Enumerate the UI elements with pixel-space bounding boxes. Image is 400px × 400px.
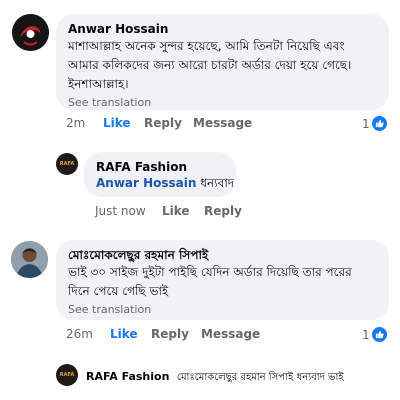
- mention-link[interactable]: Anwar Hossain: [96, 176, 196, 190]
- message-button[interactable]: Message: [201, 327, 260, 341]
- reply-button[interactable]: Reply: [204, 204, 242, 218]
- reply-author[interactable]: RAFA Fashion: [96, 159, 224, 175]
- profile-picture-icon: [11, 241, 48, 278]
- comment-bubble: Anwar Hossain মাশাআল্লাহ অনেক সুন্দর হয়…: [56, 14, 389, 110]
- see-translation-link[interactable]: See translation: [68, 95, 377, 111]
- reply-time[interactable]: Just now: [95, 204, 146, 218]
- like-reaction-icon: [371, 327, 387, 342]
- like-button[interactable]: Like: [103, 116, 131, 130]
- reply-button[interactable]: Reply: [151, 327, 189, 341]
- see-translation-link[interactable]: See translation: [68, 302, 377, 318]
- reaction-count[interactable]: 1: [362, 327, 387, 342]
- reply-text: ধন্যবাদ: [200, 176, 235, 190]
- reply-actions: Just now Like Reply: [95, 204, 295, 220]
- comment-text: ভাই ৩০ সাইজ দুইটা পাইছি যেদিন অর্ডার দিয…: [68, 265, 352, 298]
- mention-link[interactable]: মোঃমোকলেছুর রহমান সিপাই: [177, 372, 293, 383]
- rafa-logo-text: RAFA: [59, 161, 75, 167]
- reply-preview: RAFA Fashion মোঃমোকলেছুর রহমান সিপাই ধন্…: [86, 369, 344, 387]
- comment-text: মাশাআল্লাহ অনেক সুন্দর হয়েছে, আমি তিনটা…: [68, 39, 352, 91]
- avatar[interactable]: RAFA: [56, 153, 78, 175]
- message-button[interactable]: Message: [193, 116, 252, 130]
- avatar[interactable]: RAFA: [56, 364, 78, 386]
- comment-author[interactable]: মোঃমোকলেছুর রহমান সিপাই: [68, 247, 377, 263]
- comment-time[interactable]: 2m: [66, 116, 85, 130]
- like-reaction-icon: [371, 116, 387, 131]
- reply-bubble: RAFA Fashion Anwar Hossain ধন্যবাদ: [84, 152, 236, 197]
- reaction-number: 1: [362, 327, 370, 342]
- reply-author[interactable]: RAFA Fashion: [86, 370, 169, 383]
- profile-picture-icon: [12, 14, 49, 51]
- rafa-logo-text: RAFA: [59, 372, 75, 378]
- like-button[interactable]: Like: [162, 204, 190, 218]
- reaction-number: 1: [362, 116, 370, 131]
- reply-button[interactable]: Reply: [144, 116, 182, 130]
- comment-bubble: মোঃমোকলেছুর রহমান সিপাই ভাই ৩০ সাইজ দুইট…: [56, 240, 389, 320]
- reaction-count[interactable]: 1: [362, 116, 387, 131]
- avatar[interactable]: [11, 241, 48, 278]
- avatar[interactable]: [12, 14, 49, 51]
- reply-text: ধন্যবাদ ভাই: [296, 372, 344, 383]
- comment-actions: 26m Like Reply Message: [66, 327, 396, 343]
- comment-author[interactable]: Anwar Hossain: [68, 21, 377, 37]
- comment-time[interactable]: 26m: [66, 327, 93, 341]
- comment-actions: 2m Like Reply Message: [66, 116, 396, 132]
- like-button[interactable]: Like: [110, 327, 138, 341]
